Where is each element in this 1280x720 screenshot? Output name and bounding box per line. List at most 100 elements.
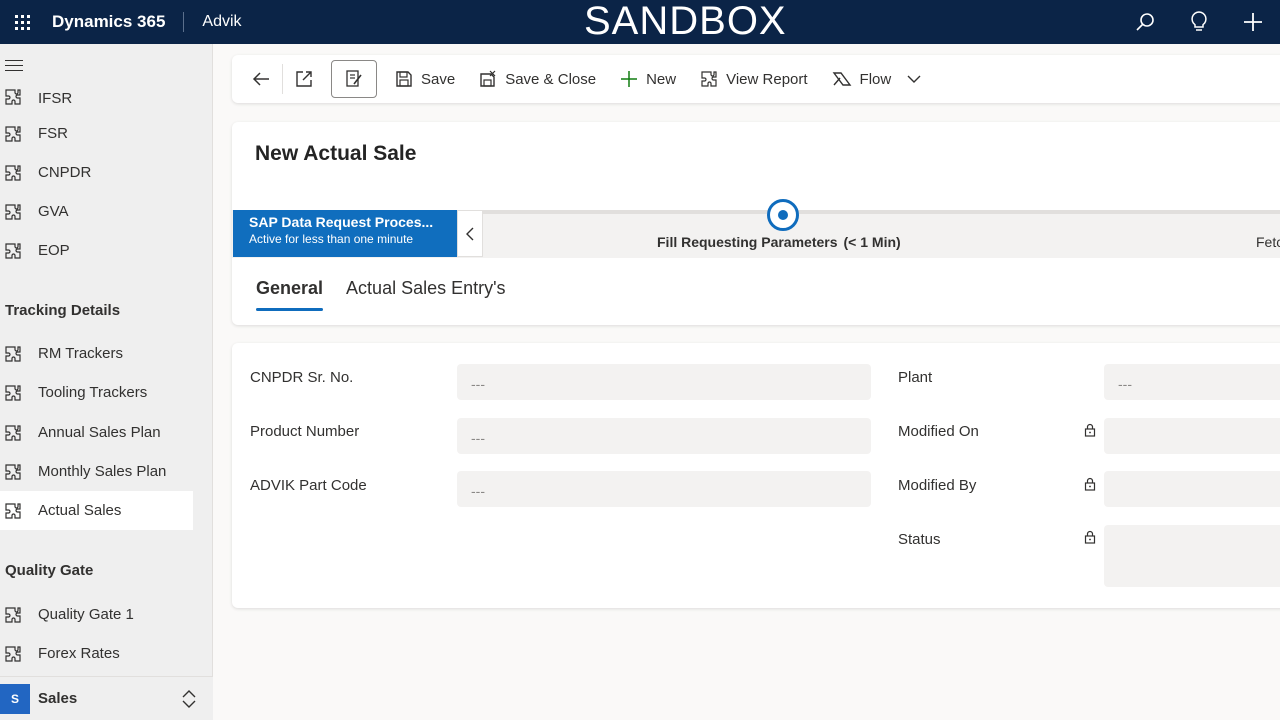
- save-label: Save: [421, 70, 456, 88]
- tab-actual-sales-entries[interactable]: Actual Sales Entry's: [346, 278, 506, 311]
- field-label: ADVIK Part Code: [250, 477, 367, 494]
- page-title: New Actual Sale: [255, 142, 417, 165]
- sidebar-item-fsr[interactable]: FSR: [0, 114, 193, 153]
- back-button[interactable]: [232, 55, 282, 103]
- chevron-updown-icon[interactable]: [181, 689, 197, 714]
- flow-button[interactable]: Flow: [820, 55, 934, 103]
- sidebar-item-label: GVA: [38, 203, 69, 220]
- puzzle-icon: [0, 203, 38, 221]
- flow-label: Flow: [859, 70, 892, 88]
- bpf-process-card[interactable]: SAP Data Request Proces... Active for le…: [233, 210, 457, 257]
- sidebar-item-tooling-trackers[interactable]: Tooling Trackers: [0, 373, 193, 412]
- tab-general[interactable]: General: [256, 278, 324, 311]
- form-editor-button[interactable]: [331, 60, 377, 98]
- save-button[interactable]: Save: [383, 55, 467, 103]
- cnpdr-sr-no-input[interactable]: ---: [457, 364, 871, 400]
- sidebar-item-rm-trackers[interactable]: RM Trackers: [0, 334, 193, 373]
- sidebar-item-label: RM Trackers: [38, 345, 124, 362]
- sidebar-item-label: CNPDR: [38, 164, 92, 181]
- bpf-collapse-button[interactable]: [457, 210, 483, 257]
- sidebar-item-monthly-sales-plan[interactable]: Monthly Sales Plan: [0, 452, 193, 491]
- sidebar-item-annual-sales-plan[interactable]: Annual Sales Plan: [0, 413, 193, 452]
- field-label: CNPDR Sr. No.: [250, 369, 354, 386]
- open-new-window-button[interactable]: [283, 55, 325, 103]
- back-arrow-icon: [252, 72, 269, 86]
- command-bar: Save Save & Close New View Report Flow: [232, 55, 1280, 103]
- general-section: CNPDR Sr. No. --- Product Number --- ADV…: [232, 343, 1280, 608]
- sidebar-item-label: EOP: [38, 242, 70, 259]
- environment-banner: SANDBOX: [584, 0, 787, 43]
- puzzle-icon: [0, 606, 38, 624]
- sidebar-item-label: Quality Gate 1: [38, 606, 134, 623]
- puzzle-icon: [0, 125, 38, 143]
- lock-icon: [1084, 477, 1096, 496]
- sidebar-item-label: Forex Rates: [38, 645, 120, 662]
- puzzle-icon: [0, 384, 38, 402]
- status-input: [1104, 525, 1280, 587]
- area-badge: S: [0, 683, 30, 714]
- sidebar-item-forex-rates[interactable]: Forex Rates: [0, 634, 193, 673]
- bpf-stage-duration: (< 1 Min): [843, 234, 901, 250]
- sidebar-item-eop[interactable]: EOP: [0, 231, 193, 270]
- puzzle-icon: [0, 502, 38, 520]
- puzzle-icon: [0, 88, 38, 106]
- view-report-label: View Report: [726, 70, 808, 88]
- sidebar-item-label: Annual Sales Plan: [38, 424, 161, 441]
- new-button[interactable]: New: [608, 55, 688, 103]
- view-report-button[interactable]: View Report: [688, 55, 819, 103]
- bpf-active-stage[interactable]: Fill Requesting Parameters (< 1 Min): [657, 234, 901, 250]
- save-close-icon: [480, 70, 496, 87]
- popout-icon: [296, 71, 312, 87]
- puzzle-icon: [0, 645, 38, 663]
- field-label: Modified On: [898, 423, 979, 440]
- sitemap-sidebar: IFSR FSR CNPDR GVA EOP Tracking Details …: [0, 44, 213, 720]
- sidebar-item-actual-sales[interactable]: Actual Sales: [0, 491, 193, 530]
- form-tabs: General Actual Sales Entry's: [256, 278, 529, 311]
- plus-icon[interactable]: [1226, 0, 1280, 44]
- sidebar-item-label: Tooling Trackers: [38, 384, 148, 401]
- edit-form-icon: [346, 70, 362, 87]
- bpf-next-stage[interactable]: Fetc: [1256, 234, 1280, 250]
- sidebar-item-gva[interactable]: GVA: [0, 192, 193, 231]
- business-process-flow: SAP Data Request Proces... Active for le…: [232, 199, 1280, 258]
- sidebar-item-label: Monthly Sales Plan: [38, 463, 167, 480]
- sidebar-item-quality-gate-1[interactable]: Quality Gate 1: [0, 595, 193, 634]
- sidebar-item-cnpdr[interactable]: CNPDR: [0, 153, 193, 192]
- top-bar: Dynamics 365 Advik SANDBOX: [0, 0, 1280, 44]
- product-number-input[interactable]: ---: [457, 418, 871, 454]
- sidebar-item-label: Actual Sales: [38, 502, 122, 519]
- puzzle-icon: [0, 345, 38, 363]
- lock-icon: [1084, 530, 1096, 549]
- hamburger-menu-icon[interactable]: [5, 60, 23, 75]
- new-label: New: [646, 70, 677, 88]
- bpf-stage-name: Fill Requesting Parameters: [657, 234, 838, 250]
- field-label: Plant: [898, 369, 933, 386]
- divider: [183, 12, 185, 32]
- chevron-left-icon: [466, 227, 474, 240]
- puzzle-icon: [0, 463, 38, 481]
- lock-icon: [1084, 423, 1096, 442]
- save-and-close-button[interactable]: Save & Close: [467, 55, 608, 103]
- chevron-down-icon: [907, 75, 921, 83]
- puzzle-icon: [0, 424, 38, 442]
- field-label: Product Number: [250, 423, 360, 440]
- advik-part-code-input[interactable]: ---: [457, 471, 871, 507]
- search-icon[interactable]: [1118, 0, 1172, 44]
- puzzle-icon: [701, 71, 717, 87]
- group-header-tracking: Tracking Details: [5, 302, 121, 319]
- record-header: New Actual Sale SAP Data Request Proces.…: [232, 122, 1280, 325]
- area-switcher[interactable]: S Sales: [0, 676, 213, 720]
- field-label: Status: [898, 531, 941, 548]
- sidebar-item-label: IFSR: [38, 90, 73, 106]
- waffle-icon[interactable]: [0, 0, 44, 44]
- flow-icon: [832, 72, 851, 86]
- bpf-active-stage-icon[interactable]: [767, 199, 799, 231]
- modified-on-input: [1104, 418, 1280, 454]
- lightbulb-icon[interactable]: [1172, 0, 1226, 44]
- app-title[interactable]: Dynamics 365: [52, 12, 165, 32]
- sidebar-item-ifsr[interactable]: IFSR: [0, 80, 193, 106]
- plant-input[interactable]: ---: [1104, 364, 1280, 400]
- group-header-quality: Quality Gate: [5, 562, 94, 579]
- field-label: Modified By: [898, 477, 977, 494]
- area-label: Sales: [38, 690, 78, 707]
